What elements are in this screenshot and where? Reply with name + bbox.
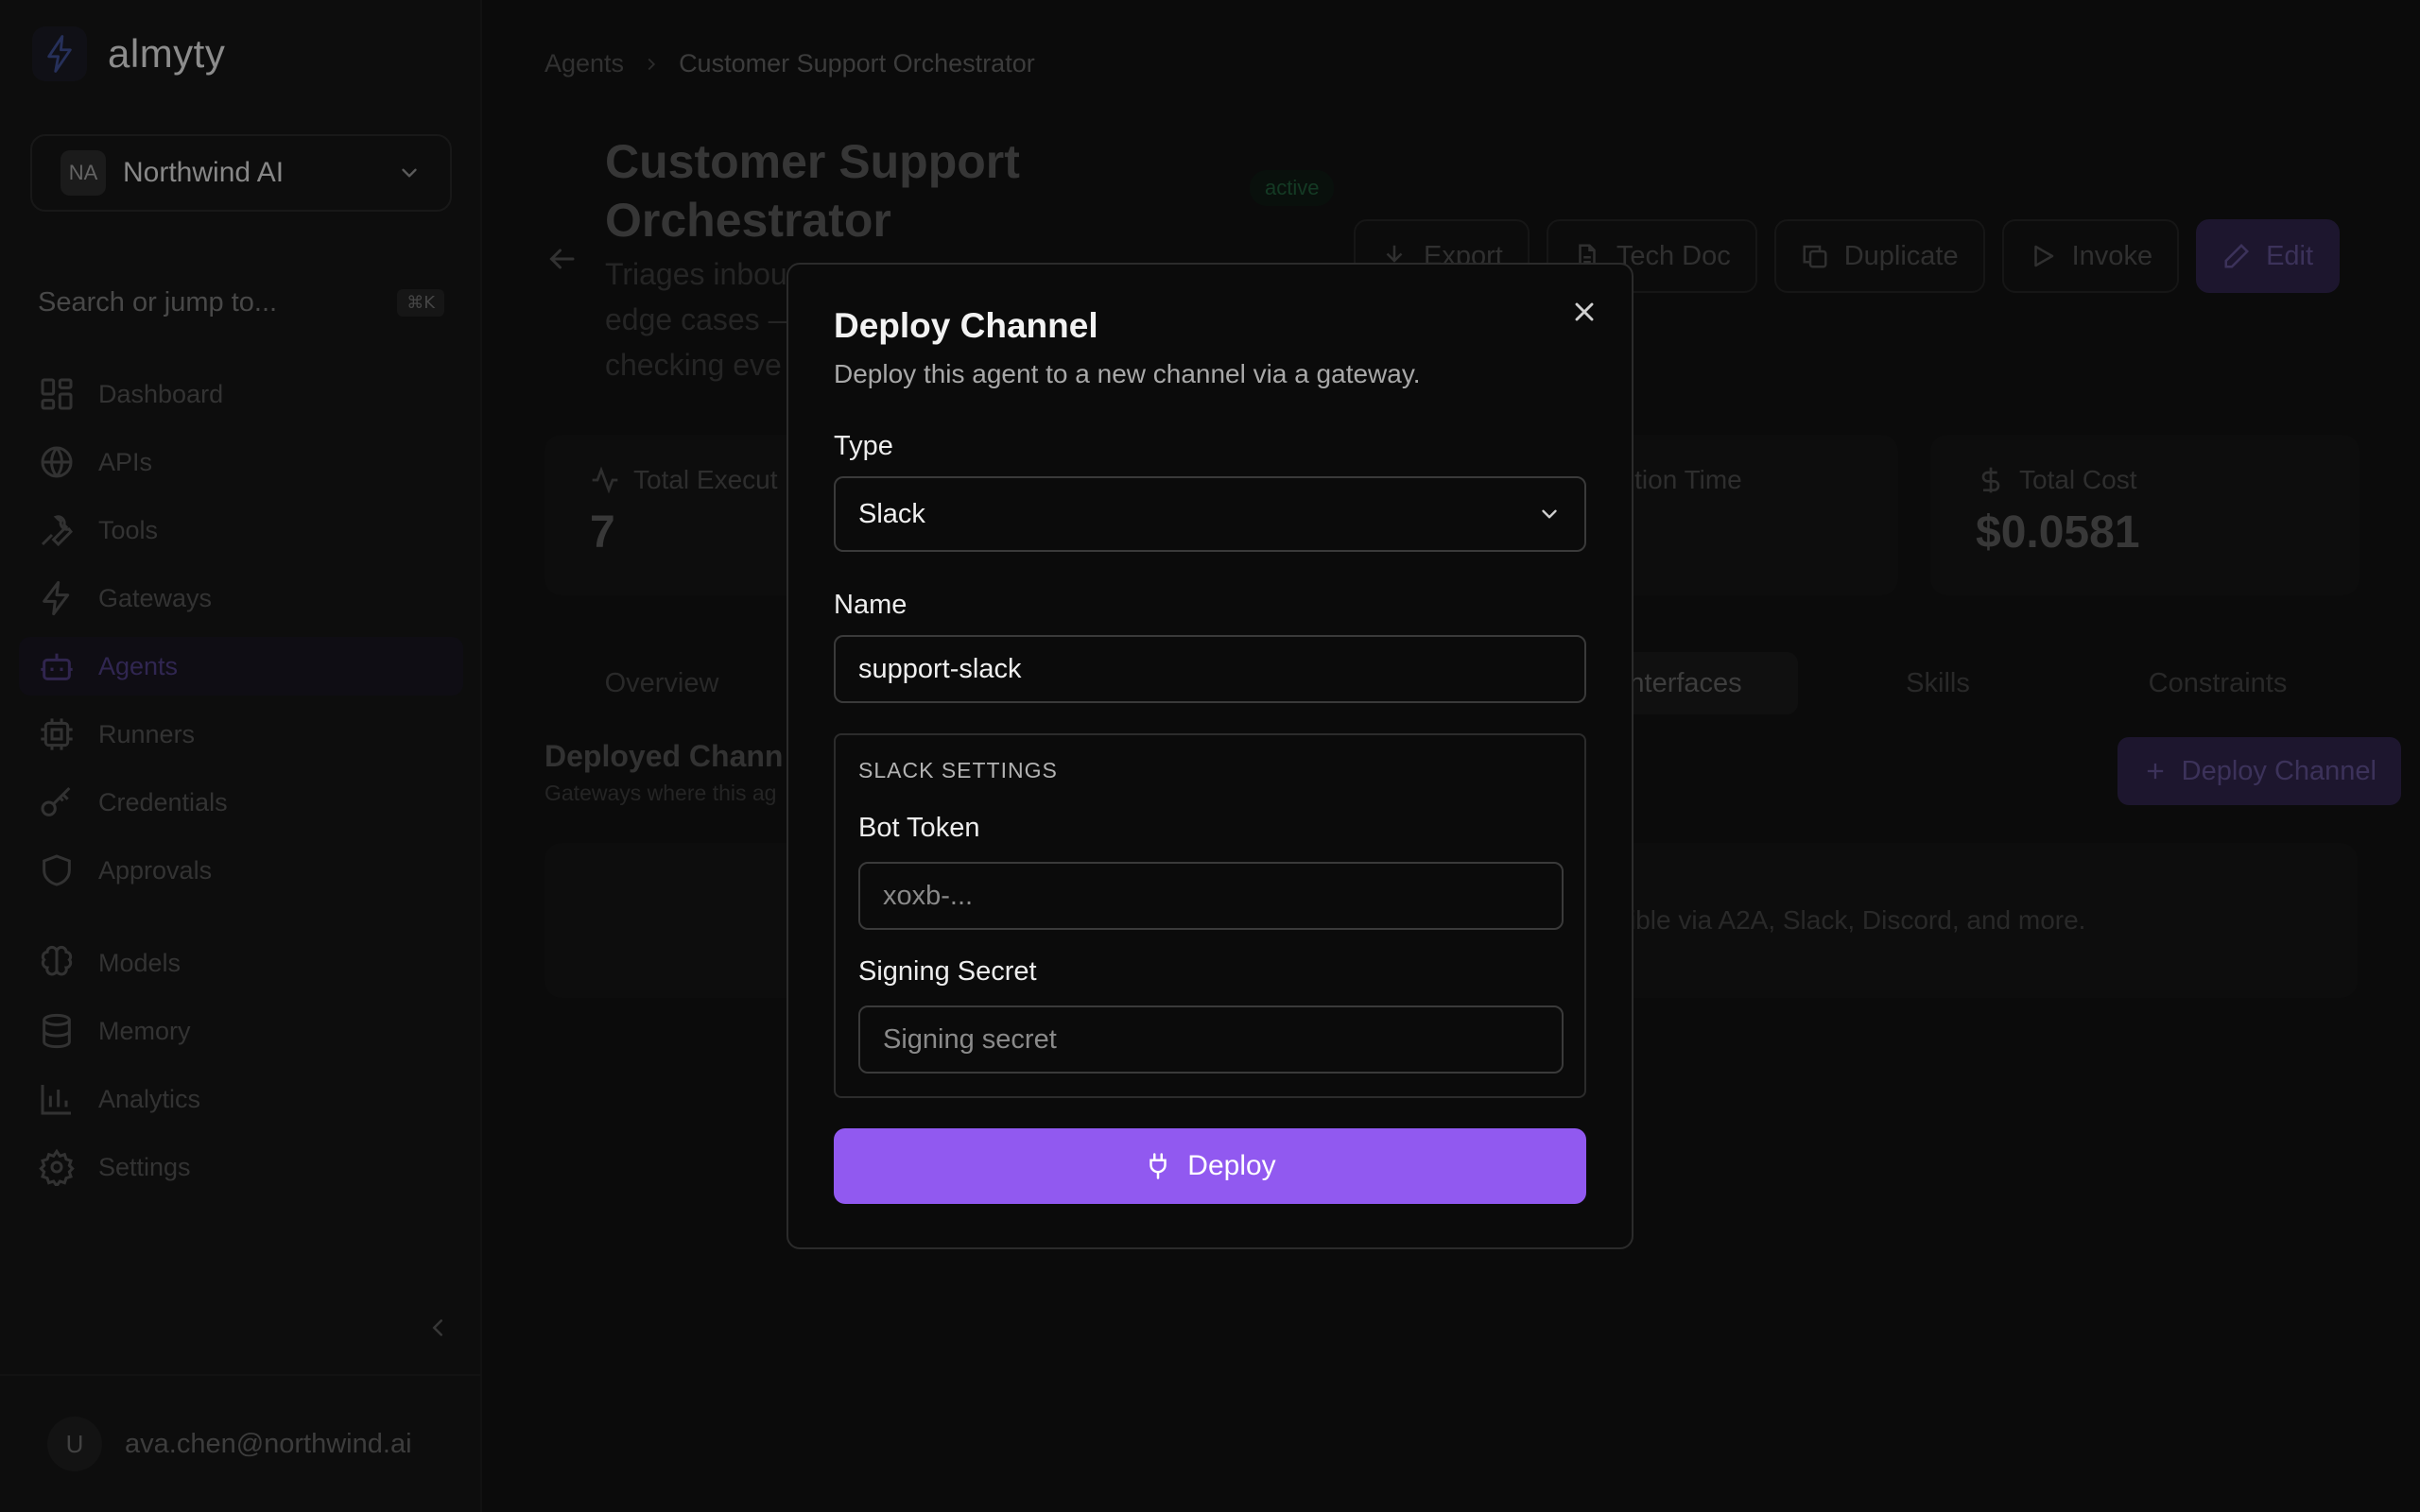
deploy-channel-dialog: Deploy Channel Deploy this agent to a ne… [786, 263, 1634, 1249]
close-icon[interactable] [1569, 297, 1599, 327]
deploy-button[interactable]: Deploy [834, 1128, 1586, 1204]
plug-icon [1150, 1153, 1167, 1179]
dialog-description: Deploy this agent to a new channel via a… [834, 359, 1421, 388]
bot-token-label: Bot Token [858, 813, 980, 843]
signing-secret-label: Signing Secret [858, 956, 1037, 987]
settings-title: SLACK SETTINGS [858, 758, 1058, 782]
dialog-title: Deploy Channel [834, 306, 1098, 345]
signing-secret-field[interactable]: Signing secret [858, 1005, 1564, 1074]
name-field[interactable]: support-slack [834, 635, 1586, 703]
deploy-button-label: Deploy [1187, 1150, 1276, 1181]
type-select-value: Slack [858, 498, 925, 529]
bot-token-field[interactable]: xoxb-... [858, 862, 1564, 930]
type-label: Type [834, 431, 893, 461]
chevron-down-icon [1542, 509, 1557, 519]
name-field-value: support-slack [858, 653, 1022, 684]
name-label: Name [834, 590, 908, 620]
type-select[interactable]: Slack [834, 476, 1586, 552]
signing-secret-placeholder: Signing secret [883, 1023, 1057, 1055]
slack-settings-panel: SLACK SETTINGS Bot Token xoxb-... Signin… [834, 733, 1586, 1098]
bot-token-placeholder: xoxb-... [883, 880, 974, 911]
